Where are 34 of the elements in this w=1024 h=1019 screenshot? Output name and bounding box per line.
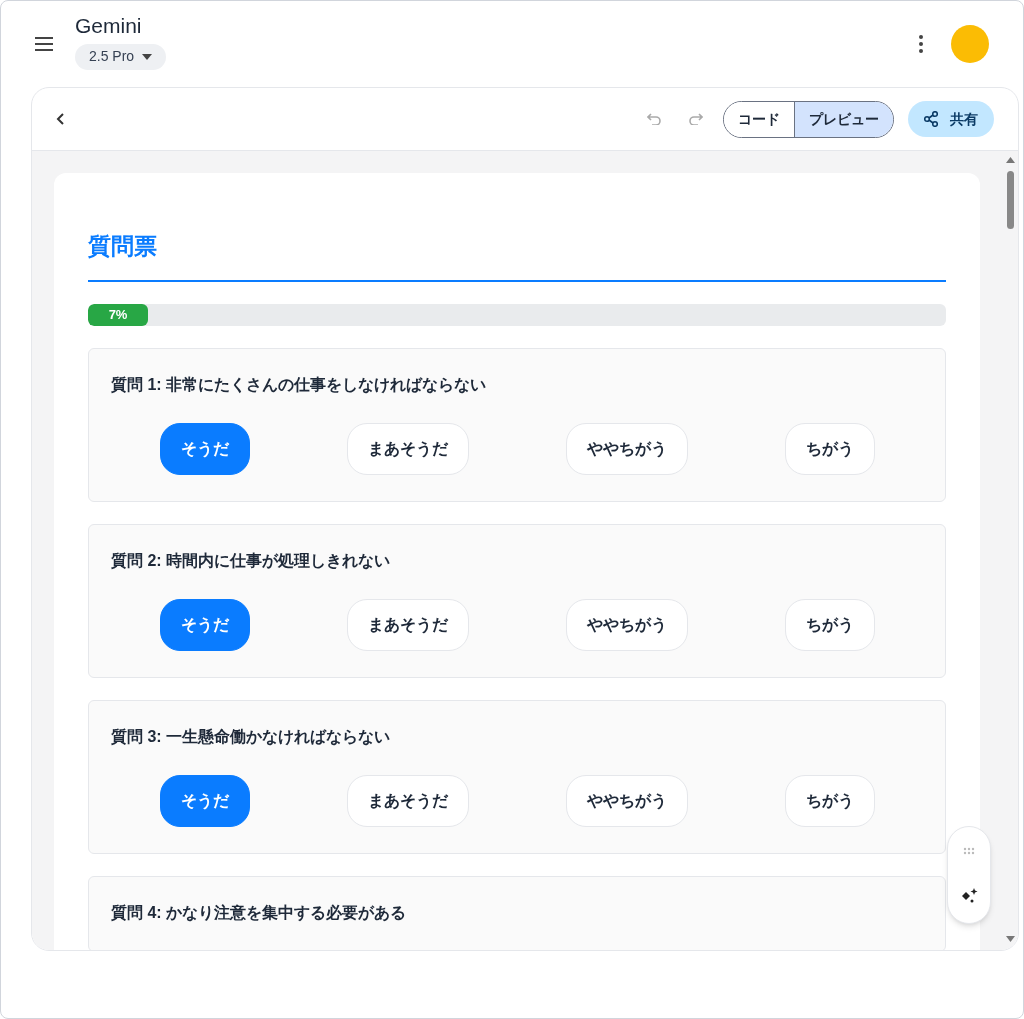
view-tab[interactable]: プレビュー [794, 101, 893, 137]
answer-option[interactable]: ややちがう [565, 422, 688, 475]
question-text: 質問 3: 一生懸命働かなければならない [111, 726, 392, 748]
answer-option[interactable]: そうだ [159, 598, 250, 651]
answer-option[interactable]: そうだ [159, 774, 250, 827]
scroll-down-icon[interactable] [1005, 936, 1015, 942]
answer-option[interactable]: ややちがう [565, 598, 688, 651]
progress-fill: 7% [88, 303, 149, 326]
back-icon[interactable] [56, 113, 64, 125]
question-text: 質問 2: 時間内に仕事が処理しきれない [111, 550, 392, 572]
share-button[interactable]: 共有 [908, 101, 994, 137]
answer-option[interactable]: ちがう [784, 774, 875, 827]
drag-handle-icon[interactable] [963, 847, 975, 855]
caret-icon [142, 53, 153, 60]
share-icon [924, 111, 938, 127]
undo-icon[interactable] [647, 113, 661, 125]
answer-option[interactable]: まあそうだ [346, 422, 469, 475]
answer-option[interactable]: ちがう [784, 422, 875, 475]
answer-option[interactable]: そうだ [159, 422, 250, 475]
scroll-up-icon[interactable] [1005, 157, 1015, 163]
scrollbar-thumb[interactable] [1006, 171, 1014, 229]
answer-option[interactable]: ややちがう [565, 774, 688, 827]
sparkle-icon[interactable] [960, 887, 978, 903]
more-options-icon[interactable] [919, 35, 923, 53]
app-title: Gemini [75, 13, 142, 40]
form-title: 質問票 [88, 229, 946, 282]
menu-icon[interactable] [35, 37, 53, 51]
question-text: 質問 4: かなり注意を集中する必要がある [111, 902, 408, 924]
redo-icon[interactable] [689, 113, 703, 125]
answer-option[interactable]: ちがう [784, 598, 875, 651]
question-text: 質問 1: 非常にたくさんの仕事をしなければならない [111, 374, 488, 396]
answer-option[interactable]: まあそうだ [346, 598, 469, 651]
answer-option[interactable]: まあそうだ [346, 774, 469, 827]
model-selector[interactable]: 2.5 Pro [75, 43, 167, 70]
